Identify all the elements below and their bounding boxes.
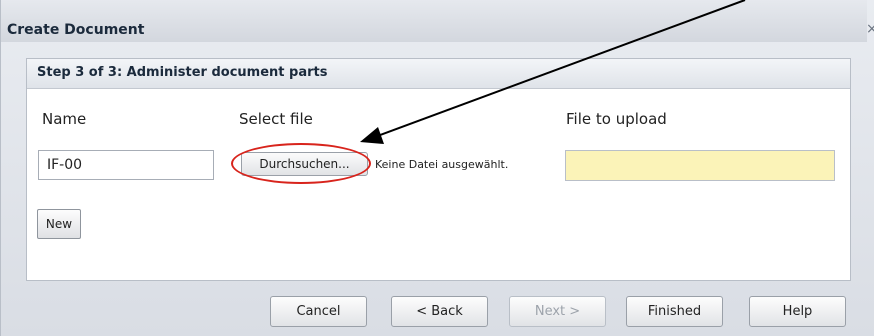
dialog-titlebar: Create Document (1, 0, 867, 42)
annotation-ellipse (231, 143, 371, 184)
create-document-dialog: Create Document × Step 3 of 3: Administe… (0, 0, 874, 336)
back-button[interactable]: < Back (391, 296, 488, 327)
name-input[interactable]: IF-00 (38, 150, 214, 180)
select-file-column-label: Select file (239, 110, 313, 128)
new-button[interactable]: New (37, 209, 81, 239)
next-button[interactable]: Next > (509, 296, 606, 327)
no-file-selected-text: Keine Datei ausgewählt. (375, 158, 509, 171)
close-icon[interactable]: × (866, 21, 874, 37)
dialog-title: Create Document (7, 22, 145, 38)
name-column-label: Name (42, 110, 87, 128)
cancel-button[interactable]: Cancel (270, 296, 367, 327)
panel-header: Step 3 of 3: Administer document parts (27, 59, 850, 89)
panel-title: Step 3 of 3: Administer document parts (37, 65, 328, 80)
finished-button[interactable]: Finished (626, 296, 723, 327)
file-to-upload-field[interactable] (565, 150, 835, 181)
file-to-upload-column-label: File to upload (566, 110, 667, 128)
help-button[interactable]: Help (749, 296, 846, 327)
